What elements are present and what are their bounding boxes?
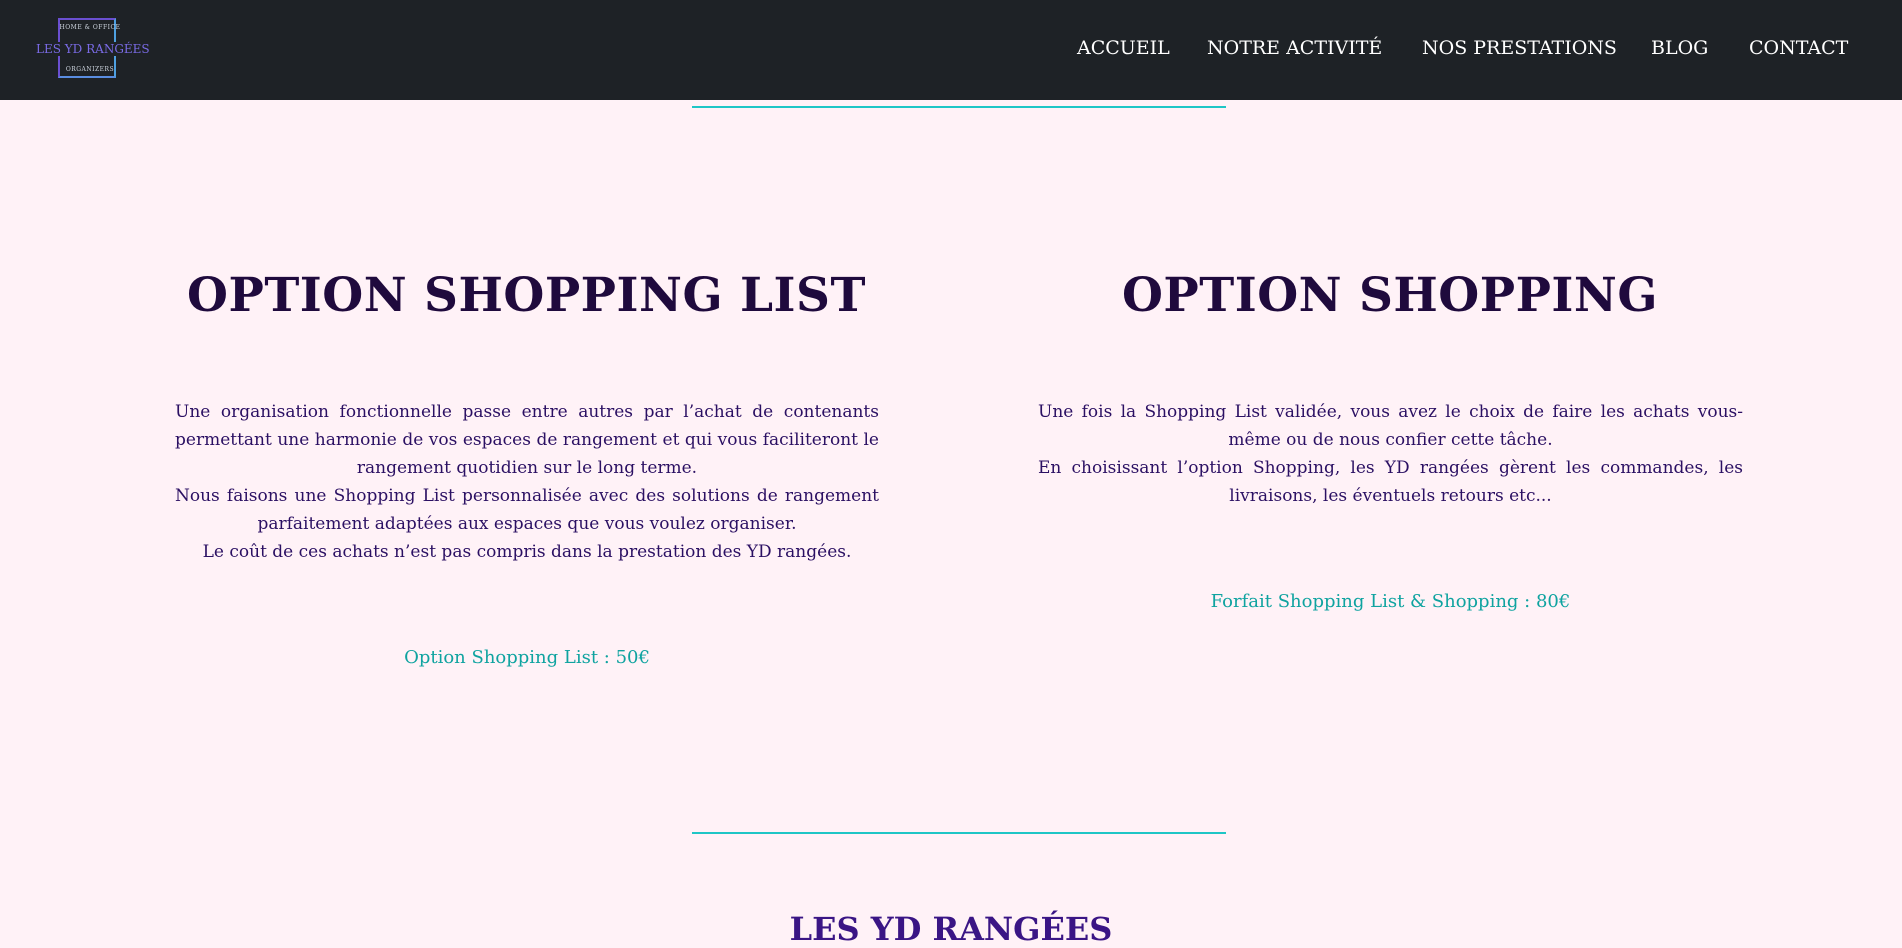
section-divider-bottom — [692, 832, 1226, 834]
nav-item-accueil[interactable]: ACCUEIL — [1077, 37, 1170, 59]
section-description: Une fois la Shopping List validée, vous … — [1038, 398, 1743, 510]
paragraph: Le coût de ces achats n’est pas compris … — [202, 542, 852, 562]
logo-main-text: LES YD RANGÉES — [36, 42, 150, 56]
paragraph: Une fois la Shopping List validée, vous … — [1038, 402, 1743, 450]
nav-item-blog[interactable]: BLOG — [1651, 37, 1708, 59]
site-logo[interactable]: HOME & OFFICE LES YD RANGÉES ORGANIZERS — [36, 18, 150, 81]
paragraph: Une organisation fonctionnelle passe ent… — [175, 402, 879, 478]
paragraph: En choisissant l’option Shopping, les YD… — [1038, 458, 1743, 506]
nav-item-nos-prestations[interactable]: NOS PRESTATIONS — [1422, 37, 1617, 59]
section-divider-top — [692, 106, 1226, 108]
navbar: HOME & OFFICE LES YD RANGÉES ORGANIZERS … — [0, 0, 1902, 100]
price-label: Forfait Shopping List & Shopping : 80€ — [1210, 591, 1571, 612]
logo-bottom-text: ORGANIZERS — [65, 66, 115, 73]
logo-top-text: HOME & OFFICE — [59, 24, 121, 31]
section-title: OPTION SHOPPING — [1121, 268, 1659, 323]
next-section-title: LES YD RANGÉES — [789, 910, 1113, 948]
nav-item-contact[interactable]: CONTACT — [1749, 37, 1848, 59]
paragraph: Nous faisons une Shopping List personnal… — [175, 486, 879, 534]
section-description: Une organisation fonctionnelle passe ent… — [175, 398, 879, 566]
nav-item-notre-activite[interactable]: NOTRE ACTIVITÉ — [1207, 37, 1382, 59]
section-title: OPTION SHOPPING LIST — [187, 268, 866, 323]
price-label: Option Shopping List : 50€ — [404, 647, 650, 668]
